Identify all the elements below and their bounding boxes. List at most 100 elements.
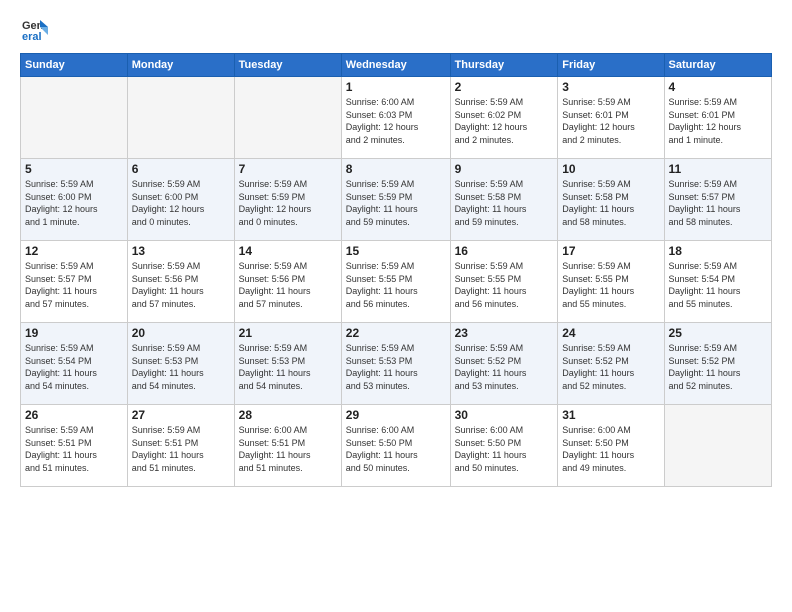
day-number: 7 [239, 162, 337, 176]
day-info: Sunrise: 5:59 AM Sunset: 6:01 PM Dayligh… [669, 96, 767, 146]
day-number: 24 [562, 326, 659, 340]
week-row-2: 5Sunrise: 5:59 AM Sunset: 6:00 PM Daylig… [21, 159, 772, 241]
day-info: Sunrise: 5:59 AM Sunset: 6:01 PM Dayligh… [562, 96, 659, 146]
week-row-4: 19 Sunrise: 5:59 AM Sunset: 5:54 PM Dayli… [21, 323, 772, 405]
calendar-cell: 16 Sunrise: 5:59 AM Sunset: 5:55 PM Dayli… [450, 241, 558, 323]
calendar-cell: 30Sunrise: 6:00 AM Sunset: 5:50 PM Dayli… [450, 405, 558, 487]
day-info: Sunrise: 5:59 AM Sunset: 5:53 PM Dayligh… [239, 342, 337, 392]
day-number: 16 [455, 244, 554, 258]
weekday-tuesday: Tuesday [234, 54, 341, 77]
day-number: 1 [346, 80, 446, 94]
day-info: Sunrise: 5:59 AM Sunset: 5:57 PM Dayligh… [25, 260, 123, 310]
day-info: Sunrise: 5:59 AM Sunset: 5:55 PM Dayligh… [562, 260, 659, 310]
day-number: 21 [239, 326, 337, 340]
day-info: Sunrise: 6:00 AM Sunset: 5:50 PM Dayligh… [562, 424, 659, 474]
day-info: Sunrise: 5:59 AM Sunset: 5:52 PM Dayligh… [455, 342, 554, 392]
day-number: 29 [346, 408, 446, 422]
calendar-cell: 19 Sunrise: 5:59 AM Sunset: 5:54 PM Dayli… [21, 323, 128, 405]
day-number: 28 [239, 408, 337, 422]
page: Gen eral SundayMondayTuesdayWednesdayThu… [0, 0, 792, 612]
day-number: 12 [25, 244, 123, 258]
week-row-5: 26 Sunrise: 5:59 AM Sunset: 5:51 PM Dayli… [21, 405, 772, 487]
day-info: Sunrise: 5:59 AM Sunset: 5:59 PM Dayligh… [239, 178, 337, 228]
day-number: 6 [132, 162, 230, 176]
calendar-cell: 29Sunrise: 6:00 AM Sunset: 5:50 PM Dayli… [341, 405, 450, 487]
weekday-wednesday: Wednesday [341, 54, 450, 77]
week-row-1: 1Sunrise: 6:00 AM Sunset: 6:03 PM Daylig… [21, 77, 772, 159]
day-number: 9 [455, 162, 554, 176]
day-info: Sunrise: 5:59 AM Sunset: 5:53 PM Dayligh… [132, 342, 230, 392]
weekday-sunday: Sunday [21, 54, 128, 77]
day-info: Sunrise: 5:59 AM Sunset: 5:57 PM Dayligh… [669, 178, 767, 228]
calendar-cell: 6 Sunrise: 5:59 AM Sunset: 6:00 PM Daylig… [127, 159, 234, 241]
day-info: Sunrise: 6:00 AM Sunset: 5:50 PM Dayligh… [455, 424, 554, 474]
calendar-cell: 9 Sunrise: 5:59 AM Sunset: 5:58 PM Daylig… [450, 159, 558, 241]
day-info: Sunrise: 5:59 AM Sunset: 5:52 PM Dayligh… [669, 342, 767, 392]
calendar-cell: 8 Sunrise: 5:59 AM Sunset: 5:59 PM Daylig… [341, 159, 450, 241]
calendar-cell: 22Sunrise: 5:59 AM Sunset: 5:53 PM Dayli… [341, 323, 450, 405]
calendar-cell: 24 Sunrise: 5:59 AM Sunset: 5:52 PM Dayli… [558, 323, 664, 405]
day-info: Sunrise: 5:59 AM Sunset: 5:52 PM Dayligh… [562, 342, 659, 392]
calendar-cell [127, 77, 234, 159]
calendar-cell: 7 Sunrise: 5:59 AM Sunset: 5:59 PM Daylig… [234, 159, 341, 241]
day-info: Sunrise: 5:59 AM Sunset: 6:00 PM Dayligh… [132, 178, 230, 228]
calendar-cell: 25Sunrise: 5:59 AM Sunset: 5:52 PM Dayli… [664, 323, 771, 405]
day-info: Sunrise: 5:59 AM Sunset: 5:51 PM Dayligh… [25, 424, 123, 474]
calendar-cell: 17 Sunrise: 5:59 AM Sunset: 5:55 PM Dayli… [558, 241, 664, 323]
day-number: 27 [132, 408, 230, 422]
day-info: Sunrise: 5:59 AM Sunset: 5:59 PM Dayligh… [346, 178, 446, 228]
day-number: 3 [562, 80, 659, 94]
day-number: 20 [132, 326, 230, 340]
calendar-cell [21, 77, 128, 159]
calendar-cell: 31 Sunrise: 6:00 AM Sunset: 5:50 PM Dayli… [558, 405, 664, 487]
day-number: 31 [562, 408, 659, 422]
calendar-cell: 12 Sunrise: 5:59 AM Sunset: 5:57 PM Dayli… [21, 241, 128, 323]
day-info: Sunrise: 6:00 AM Sunset: 5:51 PM Dayligh… [239, 424, 337, 474]
day-info: Sunrise: 5:59 AM Sunset: 6:00 PM Dayligh… [25, 178, 123, 228]
day-number: 15 [346, 244, 446, 258]
day-number: 10 [562, 162, 659, 176]
day-number: 8 [346, 162, 446, 176]
day-info: Sunrise: 5:59 AM Sunset: 5:58 PM Dayligh… [562, 178, 659, 228]
day-number: 17 [562, 244, 659, 258]
day-number: 11 [669, 162, 767, 176]
weekday-friday: Friday [558, 54, 664, 77]
day-info: Sunrise: 5:59 AM Sunset: 6:02 PM Dayligh… [455, 96, 554, 146]
calendar-cell: 14 Sunrise: 5:59 AM Sunset: 5:56 PM Dayli… [234, 241, 341, 323]
day-number: 4 [669, 80, 767, 94]
day-number: 14 [239, 244, 337, 258]
logo-icon: Gen eral [20, 15, 48, 43]
day-number: 19 [25, 326, 123, 340]
day-number: 18 [669, 244, 767, 258]
calendar-cell: 2 Sunrise: 5:59 AM Sunset: 6:02 PM Daylig… [450, 77, 558, 159]
calendar-cell: 21 Sunrise: 5:59 AM Sunset: 5:53 PM Dayli… [234, 323, 341, 405]
logo: Gen eral [20, 15, 52, 43]
day-info: Sunrise: 5:59 AM Sunset: 5:58 PM Dayligh… [455, 178, 554, 228]
calendar-cell: 13Sunrise: 5:59 AM Sunset: 5:56 PM Dayli… [127, 241, 234, 323]
calendar-cell: 5Sunrise: 5:59 AM Sunset: 6:00 PM Daylig… [21, 159, 128, 241]
header: Gen eral [20, 15, 772, 43]
day-info: Sunrise: 5:59 AM Sunset: 5:56 PM Dayligh… [132, 260, 230, 310]
weekday-thursday: Thursday [450, 54, 558, 77]
day-info: Sunrise: 5:59 AM Sunset: 5:56 PM Dayligh… [239, 260, 337, 310]
calendar-cell: 20 Sunrise: 5:59 AM Sunset: 5:53 PM Dayli… [127, 323, 234, 405]
week-row-3: 12 Sunrise: 5:59 AM Sunset: 5:57 PM Dayli… [21, 241, 772, 323]
calendar-cell [664, 405, 771, 487]
calendar-cell: 27Sunrise: 5:59 AM Sunset: 5:51 PM Dayli… [127, 405, 234, 487]
day-info: Sunrise: 5:59 AM Sunset: 5:55 PM Dayligh… [346, 260, 446, 310]
weekday-header-row: SundayMondayTuesdayWednesdayThursdayFrid… [21, 54, 772, 77]
calendar-cell: 3 Sunrise: 5:59 AM Sunset: 6:01 PM Daylig… [558, 77, 664, 159]
day-number: 22 [346, 326, 446, 340]
calendar: SundayMondayTuesdayWednesdayThursdayFrid… [20, 53, 772, 487]
day-number: 26 [25, 408, 123, 422]
calendar-cell: 28 Sunrise: 6:00 AM Sunset: 5:51 PM Dayli… [234, 405, 341, 487]
calendar-cell: 11 Sunrise: 5:59 AM Sunset: 5:57 PM Dayli… [664, 159, 771, 241]
weekday-monday: Monday [127, 54, 234, 77]
calendar-cell: 1Sunrise: 6:00 AM Sunset: 6:03 PM Daylig… [341, 77, 450, 159]
day-number: 23 [455, 326, 554, 340]
calendar-cell: 10 Sunrise: 5:59 AM Sunset: 5:58 PM Dayli… [558, 159, 664, 241]
calendar-cell: 23 Sunrise: 5:59 AM Sunset: 5:52 PM Dayli… [450, 323, 558, 405]
day-info: Sunrise: 5:59 AM Sunset: 5:55 PM Dayligh… [455, 260, 554, 310]
day-info: Sunrise: 5:59 AM Sunset: 5:54 PM Dayligh… [25, 342, 123, 392]
day-number: 2 [455, 80, 554, 94]
